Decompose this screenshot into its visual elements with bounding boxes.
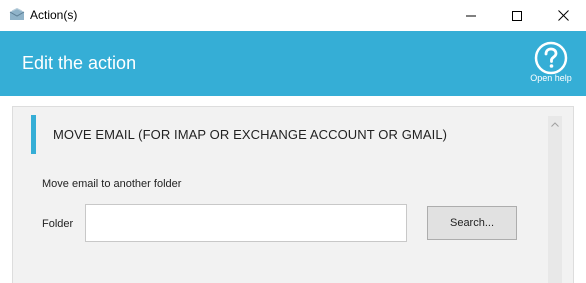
folder-input[interactable]: [85, 204, 407, 242]
open-help-button[interactable]: Open help: [524, 38, 578, 92]
maximize-icon: [512, 10, 522, 21]
folder-label: Folder: [42, 218, 74, 230]
chevron-up-icon: [551, 121, 559, 127]
vertical-scrollbar[interactable]: [548, 116, 562, 283]
page-title: Edit the action: [22, 53, 137, 73]
scroll-up-button[interactable]: [548, 118, 562, 130]
section-description: Move email to another folder: [42, 178, 182, 190]
close-icon: [557, 10, 569, 21]
question-circle-icon: [534, 41, 568, 75]
close-button[interactable]: [540, 0, 586, 31]
minimize-icon: [466, 15, 476, 16]
envelope-app-icon: [9, 7, 25, 22]
section-accent-bar: [31, 115, 36, 154]
maximize-button[interactable]: [494, 0, 540, 31]
title-bar: Action(s): [0, 0, 586, 31]
help-label: Open help: [530, 73, 572, 83]
search-button[interactable]: Search...: [427, 206, 517, 240]
header-bar: Edit the action: [0, 31, 586, 96]
minimize-button[interactable]: [448, 0, 494, 31]
window-title: Action(s): [30, 8, 78, 22]
section-title: MOVE EMAIL (FOR IMAP OR EXCHANGE ACCOUNT…: [53, 127, 448, 142]
